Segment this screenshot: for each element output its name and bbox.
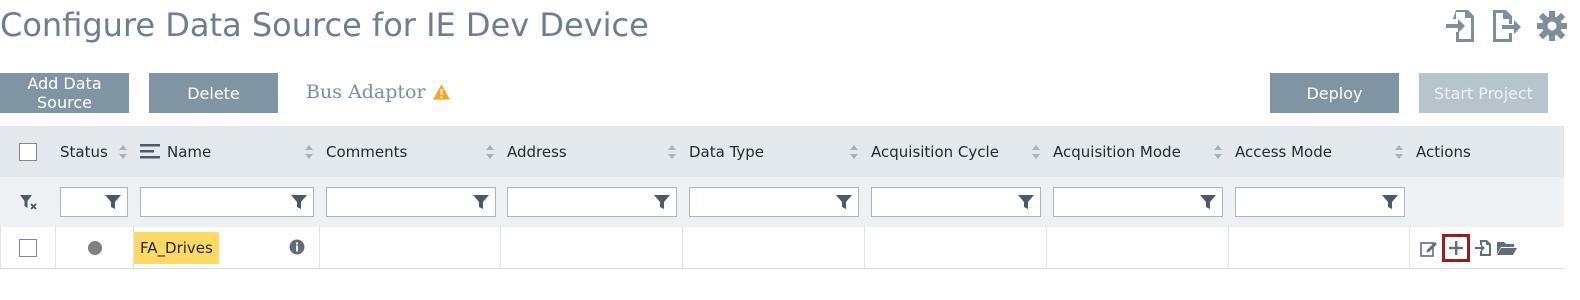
row-select-cell (0, 227, 56, 268)
address-filter-cell (501, 177, 683, 227)
sort-icon[interactable] (485, 144, 495, 160)
access-mode-header-label: Access Mode (1235, 142, 1332, 161)
sort-icon[interactable] (667, 144, 677, 160)
row-acquisition-mode-cell[interactable] (1047, 227, 1229, 268)
folder-open-icon[interactable] (1496, 239, 1518, 257)
header-access-mode[interactable]: Access Mode (1229, 126, 1410, 177)
access-mode-filter-cell (1229, 177, 1410, 227)
info-icon[interactable] (289, 239, 305, 255)
header-actions: Actions (1410, 126, 1564, 177)
sort-icon[interactable] (304, 144, 314, 160)
row-acquisition-cycle-cell[interactable] (865, 227, 1047, 268)
sort-icon[interactable] (1031, 144, 1041, 160)
filter-row (0, 177, 1564, 227)
name-header-label: Name (167, 142, 212, 161)
header-acquisition-mode[interactable]: Acquisition Mode (1047, 126, 1229, 177)
column-menu-icon[interactable] (140, 143, 160, 161)
comments-header-label: Comments (326, 142, 408, 161)
comments-filter-cell (320, 177, 501, 227)
row-name: FA_Drives (134, 231, 219, 264)
actions-header-label: Actions (1416, 142, 1471, 161)
sort-icon[interactable] (1213, 144, 1223, 160)
name-filter-cell (134, 177, 320, 227)
name-filter-input[interactable] (140, 187, 314, 217)
status-header-label: Status (60, 142, 108, 161)
data-type-filter-input[interactable] (689, 187, 859, 217)
bus-adaptor-label: Bus Adaptor (306, 81, 426, 103)
sort-icon[interactable] (1394, 144, 1404, 160)
acquisition-cycle-filter-cell (865, 177, 1047, 227)
clear-filters-cell (0, 177, 56, 227)
acquisition-cycle-header-label: Acquisition Cycle (871, 142, 999, 161)
header-acquisition-cycle[interactable]: Acquisition Cycle (865, 126, 1047, 177)
import-file-icon[interactable] (1474, 239, 1492, 257)
page-title: Configure Data Source for IE Dev Device (0, 6, 649, 44)
row-address-cell[interactable] (501, 227, 683, 268)
bus-adaptor-status: Bus Adaptor (306, 81, 451, 103)
sort-icon[interactable] (849, 144, 859, 160)
comments-filter-input[interactable] (326, 187, 496, 217)
acquisition-mode-filter-cell (1047, 177, 1229, 227)
data-type-filter-cell (683, 177, 865, 227)
edit-icon[interactable] (1420, 239, 1438, 257)
filter-icon[interactable] (836, 194, 852, 210)
select-all-checkbox[interactable] (19, 142, 37, 161)
row-checkbox[interactable] (19, 238, 37, 257)
filter-icon[interactable] (1382, 194, 1398, 210)
delete-button[interactable]: Delete (149, 73, 278, 113)
data-source-table: Status Name Comments Address Data Type A… (0, 126, 1564, 269)
row-name-cell[interactable]: FA_Drives (134, 227, 320, 268)
table-header: Status Name Comments Address Data Type A… (0, 126, 1564, 177)
deploy-button[interactable]: Deploy (1270, 73, 1399, 113)
header-address[interactable]: Address (501, 126, 683, 177)
filter-icon[interactable] (1200, 194, 1216, 210)
filter-icon[interactable] (654, 194, 670, 210)
add-data-source-button[interactable]: Add Data Source (0, 73, 129, 113)
address-filter-input[interactable] (507, 187, 677, 217)
status-filter-cell (56, 177, 134, 227)
row-status-cell (56, 227, 134, 268)
acquisition-mode-filter-input[interactable] (1053, 187, 1223, 217)
filter-icon[interactable] (291, 194, 307, 210)
row-data-type-cell[interactable] (683, 227, 865, 268)
gear-icon[interactable] (1536, 8, 1568, 44)
top-toolbar (1444, 8, 1568, 44)
sort-icon[interactable] (118, 144, 128, 160)
data-type-header-label: Data Type (689, 142, 765, 161)
acquisition-cycle-filter-input[interactable] (871, 187, 1041, 217)
actions-filter-cell (1410, 177, 1564, 227)
import-icon[interactable] (1444, 8, 1476, 44)
plus-icon (1449, 240, 1463, 255)
address-header-label: Address (507, 142, 567, 161)
acquisition-mode-header-label: Acquisition Mode (1053, 142, 1181, 161)
header-data-type[interactable]: Data Type (683, 126, 865, 177)
header-select-cell (0, 126, 56, 177)
header-name[interactable]: Name (134, 126, 320, 177)
filter-icon[interactable] (1018, 194, 1034, 210)
access-mode-filter-input[interactable] (1235, 187, 1405, 217)
filter-icon[interactable] (473, 194, 489, 210)
status-filter-input[interactable] (60, 187, 128, 217)
add-tag-button[interactable] (1442, 233, 1470, 262)
header-comments[interactable]: Comments (320, 126, 501, 177)
status-indicator (87, 240, 102, 255)
start-project-button[interactable]: Start Project (1419, 73, 1548, 113)
export-icon[interactable] (1490, 8, 1522, 44)
row-actions-cell (1410, 227, 1564, 268)
row-access-mode-cell[interactable] (1229, 227, 1410, 268)
table-row[interactable]: FA_Drives (0, 227, 1564, 269)
clear-filter-icon[interactable] (19, 193, 37, 211)
header-status[interactable]: Status (56, 126, 134, 177)
filter-icon[interactable] (105, 194, 121, 210)
row-comments-cell[interactable] (320, 227, 501, 268)
warning-icon (432, 84, 450, 100)
